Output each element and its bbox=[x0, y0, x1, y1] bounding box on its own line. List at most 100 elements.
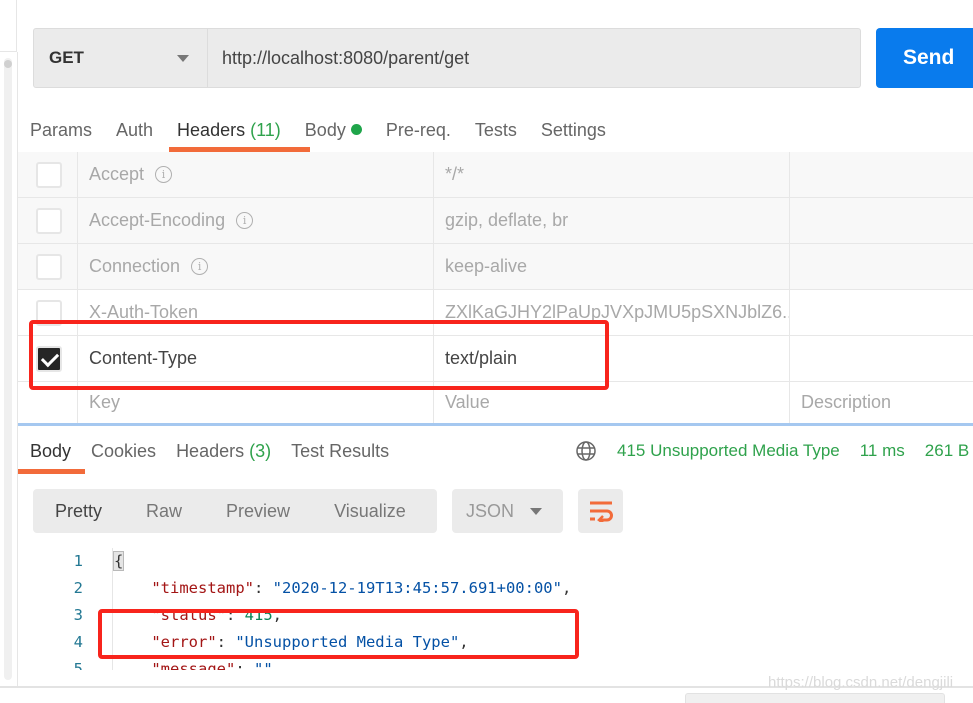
line-number: 2 bbox=[73, 579, 83, 597]
chevron-down-icon bbox=[530, 507, 542, 515]
header-checkbox[interactable] bbox=[35, 161, 62, 188]
tab-label: Pre-req. bbox=[385, 120, 451, 140]
header-key[interactable]: Accept-Encoding i bbox=[78, 198, 434, 243]
new-header-row: Key Value Description bbox=[18, 382, 973, 426]
code-line: 4 "error": "Unsupported Media Type", bbox=[18, 629, 973, 656]
tab-label: Params bbox=[30, 120, 93, 140]
active-response-tab-indicator bbox=[18, 469, 85, 474]
header-key[interactable]: Accept i bbox=[78, 152, 434, 197]
code-line: 1{ bbox=[18, 548, 973, 575]
view-visualize[interactable]: Visualize bbox=[312, 501, 406, 522]
line-number: 4 bbox=[73, 633, 83, 651]
info-icon[interactable]: i bbox=[155, 166, 173, 183]
header-description[interactable] bbox=[790, 244, 973, 289]
tab-test-results[interactable]: Test Results bbox=[291, 437, 389, 465]
header-description[interactable] bbox=[790, 336, 973, 381]
header-checkbox-checked[interactable] bbox=[35, 345, 62, 372]
watermark: https://blog.csdn.net/dengjili bbox=[768, 674, 954, 691]
header-checkbox[interactable] bbox=[35, 253, 62, 280]
tab-response-headers[interactable]: Headers (3) bbox=[176, 437, 271, 465]
json-string: "" bbox=[254, 660, 273, 670]
json-key: "message" bbox=[151, 660, 236, 670]
header-key-text: Accept bbox=[89, 164, 145, 184]
header-description[interactable] bbox=[790, 290, 973, 335]
json-string: "Unsupported Media Type" bbox=[235, 633, 460, 651]
line-number: 5 bbox=[73, 660, 83, 670]
request-url-bar: GET http://localhost:8080/parent/get bbox=[33, 28, 861, 88]
info-icon[interactable]: i bbox=[191, 258, 209, 275]
view-preview[interactable]: Preview bbox=[204, 501, 290, 522]
tab-label: Tests bbox=[474, 120, 517, 140]
response-status-bar: 415 Unsupported Media Type 11 ms 261 B bbox=[575, 437, 973, 465]
send-button[interactable]: Send bbox=[876, 28, 973, 88]
header-value[interactable]: gzip, deflate, br bbox=[434, 198, 790, 243]
json-key: "status" bbox=[151, 606, 226, 624]
header-key-text: Connection bbox=[89, 256, 181, 276]
response-time[interactable]: 11 ms bbox=[860, 437, 905, 465]
tab-label: Auth bbox=[116, 120, 154, 140]
wrap-lines-button[interactable] bbox=[578, 489, 623, 533]
request-tabs: Params Auth Headers (11) Body Pre-req. T… bbox=[30, 116, 630, 152]
chevron-down-icon bbox=[177, 54, 189, 62]
globe-icon[interactable] bbox=[575, 440, 597, 462]
header-row: Content-Type text/plain bbox=[18, 336, 973, 382]
tab-tests[interactable]: Tests bbox=[475, 116, 517, 152]
sidebar-scrollbar[interactable] bbox=[4, 58, 12, 680]
header-row: X-Auth-Token ZXlKaGJHY2lPaUpJVXpJMU5pSXN… bbox=[18, 290, 973, 336]
tab-settings[interactable]: Settings bbox=[541, 116, 606, 152]
line-number: 3 bbox=[73, 606, 83, 624]
header-row: Accept-Encoding i gzip, deflate, br bbox=[18, 198, 973, 244]
new-description-input[interactable]: Description bbox=[790, 382, 973, 423]
json-string: "2020-12-19T13:45:57.691+00:00" bbox=[272, 579, 562, 597]
header-key-text: Accept-Encoding bbox=[89, 210, 226, 230]
header-description[interactable] bbox=[790, 152, 973, 197]
header-key[interactable]: Content-Type bbox=[78, 336, 434, 381]
line-number: 1 bbox=[73, 552, 83, 570]
json-key: "timestamp" bbox=[151, 579, 254, 597]
code-line: 3 "status": 415, bbox=[18, 602, 973, 629]
format-select[interactable]: JSON bbox=[452, 489, 563, 533]
response-size[interactable]: 261 B bbox=[925, 437, 969, 465]
open-brace: { bbox=[112, 551, 125, 571]
response-body-code[interactable]: 1{ 2 "timestamp": "2020-12-19T13:45:57.6… bbox=[18, 548, 973, 670]
tab-label: Headers bbox=[177, 120, 246, 140]
status-code[interactable]: 415 Unsupported Media Type bbox=[617, 437, 840, 465]
header-description[interactable] bbox=[790, 198, 973, 243]
header-row: Connection i keep-alive bbox=[18, 244, 973, 290]
scrollbar-thumb[interactable] bbox=[4, 60, 12, 68]
header-value[interactable]: text/plain bbox=[434, 336, 790, 381]
new-value-input[interactable]: Value bbox=[434, 382, 790, 423]
wrap-lines-icon bbox=[589, 501, 613, 522]
view-pretty[interactable]: Pretty bbox=[33, 501, 102, 522]
url-input[interactable]: http://localhost:8080/parent/get bbox=[208, 29, 860, 87]
bottom-panel-tab[interactable] bbox=[685, 693, 945, 703]
tab-count: (11) bbox=[250, 120, 281, 140]
header-checkbox[interactable] bbox=[35, 207, 62, 234]
header-key[interactable]: Connection i bbox=[78, 244, 434, 289]
format-label: JSON bbox=[466, 500, 515, 521]
tab-label: Body bbox=[304, 120, 346, 140]
tab-response-body[interactable]: Body bbox=[30, 437, 71, 465]
tab-pre-request[interactable]: Pre-req. bbox=[386, 116, 451, 152]
tab-params[interactable]: Params bbox=[30, 116, 92, 152]
tab-auth[interactable]: Auth bbox=[116, 116, 153, 152]
header-value[interactable]: ZXlKaGJHY2lPaUpJVXpJMU5pSXNJblZ6... bbox=[434, 290, 790, 335]
info-icon[interactable]: i bbox=[236, 212, 254, 229]
header-value[interactable]: */* bbox=[434, 152, 790, 197]
header-key[interactable]: X-Auth-Token bbox=[78, 290, 434, 335]
header-row: Accept i */* bbox=[18, 152, 973, 198]
headers-table: Accept i */* Accept-Encoding i gzip, defla… bbox=[18, 152, 973, 426]
header-value[interactable]: keep-alive bbox=[434, 244, 790, 289]
new-key-input[interactable]: Key bbox=[78, 382, 434, 423]
method-select[interactable]: GET bbox=[34, 29, 208, 87]
code-line: 2 "timestamp": "2020-12-19T13:45:57.691+… bbox=[18, 575, 973, 602]
code-line: 5 "message": "" bbox=[18, 656, 973, 670]
body-indicator-dot bbox=[350, 124, 362, 135]
response-tabs: Body Cookies Headers (3) Test Results bbox=[30, 437, 409, 465]
header-checkbox[interactable] bbox=[35, 299, 62, 326]
tab-count: (3) bbox=[249, 441, 272, 461]
tab-body[interactable]: Body bbox=[305, 116, 362, 152]
view-raw[interactable]: Raw bbox=[124, 501, 182, 522]
tab-label: Settings bbox=[540, 120, 606, 140]
tab-cookies[interactable]: Cookies bbox=[91, 437, 156, 465]
